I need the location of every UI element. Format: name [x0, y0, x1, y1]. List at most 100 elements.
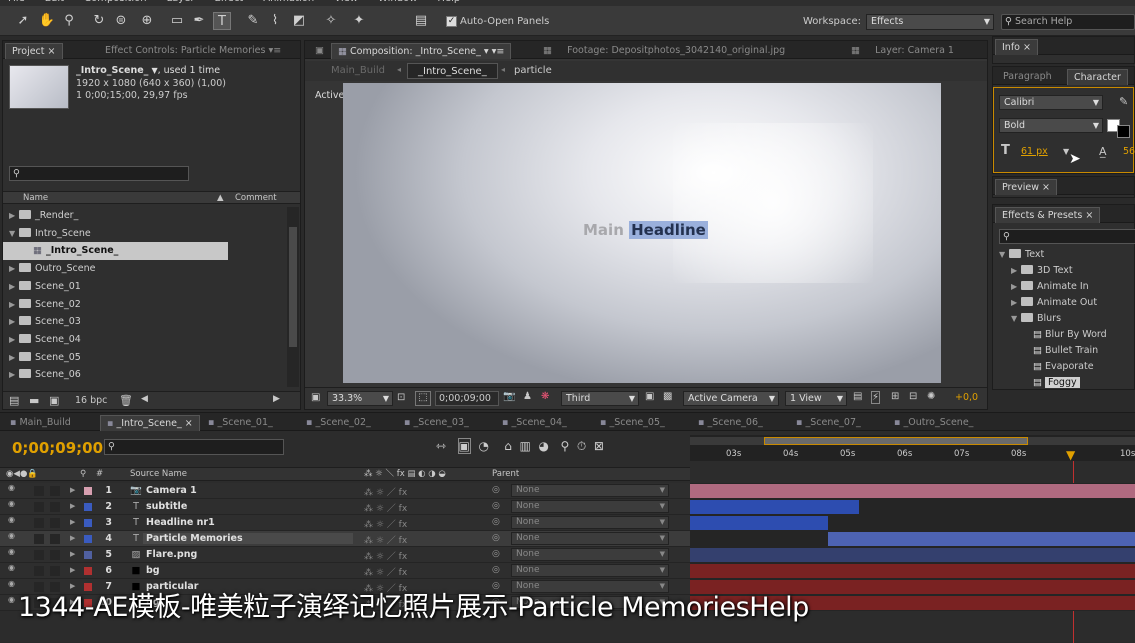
tab-effects-presets[interactable]: Effects & Presets ×: [995, 207, 1101, 223]
menu-item[interactable]: File: [8, 0, 25, 4]
font-size-value[interactable]: 61 px: [1021, 146, 1048, 157]
menu-item[interactable]: Help: [437, 0, 460, 4]
tab-preview[interactable]: Preview ×: [995, 179, 1057, 195]
chevron-right-icon[interactable]: ▶: [9, 349, 19, 367]
visibility-eye-icon[interactable]: ◉: [8, 483, 15, 492]
audio-toggle[interactable]: [34, 566, 44, 576]
pen-tool-icon[interactable]: ✒: [190, 12, 208, 30]
parent-dropdown[interactable]: None ▼: [511, 564, 669, 577]
chevron-right-icon[interactable]: ▶: [70, 486, 75, 494]
audio-toggle[interactable]: [34, 518, 44, 528]
pan-behind-tool-icon[interactable]: ⊕: [138, 12, 156, 30]
pickwhip-icon[interactable]: ◎: [492, 485, 500, 495]
camera-dropdown[interactable]: Active Camera ▼: [683, 391, 779, 406]
puppet-tool-icon[interactable]: ✦: [350, 12, 368, 30]
chevron-right-icon[interactable]: ▶: [70, 550, 75, 558]
chevron-right-icon[interactable]: ▶: [9, 207, 19, 225]
chevron-right-icon[interactable]: ▶: [70, 534, 75, 542]
snapshot-icon[interactable]: 📷: [503, 391, 515, 402]
pickwhip-icon[interactable]: ◎: [492, 533, 500, 543]
parent-dropdown[interactable]: None ▼: [511, 516, 669, 529]
solo-toggle[interactable]: [50, 534, 60, 544]
effects-folder-row[interactable]: ▶ Animate In: [993, 279, 1135, 295]
tab-project[interactable]: Project ×: [5, 43, 63, 59]
playhead-icon[interactable]: ▼: [1066, 448, 1080, 462]
timeline-tab[interactable]: ▪ _Scene_06_: [692, 415, 769, 431]
graph-editor-icon[interactable]: ⊠: [594, 439, 604, 453]
timeline-tab[interactable]: ▪ _Outro_Scene_: [888, 415, 979, 431]
pickwhip-icon[interactable]: ◎: [492, 549, 500, 559]
menu-item[interactable]: View: [334, 0, 358, 4]
zoom-tool-icon[interactable]: ⚲: [60, 12, 78, 30]
tab-composition[interactable]: ▦ Composition: _Intro_Scene_ ▾ ▾≡: [331, 43, 512, 59]
timeline-icon[interactable]: ⊞: [891, 391, 899, 402]
eyedropper-icon[interactable]: ✎: [1119, 95, 1128, 108]
motion-blur-icon[interactable]: ◕: [539, 439, 549, 453]
brainstorm-icon[interactable]: ⚲: [560, 439, 569, 453]
show-snapshot-icon[interactable]: ♟: [523, 391, 532, 402]
layer-switches[interactable]: ⁂ ☼ ／ fx: [364, 533, 407, 546]
tab-effect-controls[interactable]: Effect Controls: Particle Memories ▾≡: [99, 43, 287, 59]
layer-name[interactable]: subtitle: [146, 501, 187, 512]
layer-name[interactable]: Headline nr1: [146, 517, 215, 528]
exposure-value[interactable]: +0,0: [955, 392, 978, 403]
visibility-eye-icon[interactable]: ◉: [8, 515, 15, 524]
clone-stamp-tool-icon[interactable]: ⌇: [266, 12, 284, 30]
chevron-down-icon[interactable]: ▼: [999, 247, 1009, 263]
project-folder-row[interactable]: ▶ Scene_05: [3, 349, 288, 367]
project-comp-row[interactable]: ▦ _Intro_Scene_: [3, 242, 228, 261]
new-comp-icon[interactable]: ▣: [49, 394, 59, 407]
visibility-eye-icon[interactable]: ◉: [8, 579, 15, 588]
timeline-timecode[interactable]: 0;00;09;00: [12, 439, 103, 457]
tab-character[interactable]: Character: [1067, 69, 1128, 85]
project-folder-row[interactable]: ▶ Scene_06: [3, 366, 288, 384]
font-style-dropdown[interactable]: Bold ▼: [999, 118, 1103, 133]
type-tool-icon[interactable]: T: [213, 12, 231, 30]
effects-folder-row[interactable]: ▼ Text: [993, 247, 1135, 263]
rectangle-tool-icon[interactable]: ▭: [168, 12, 186, 30]
visibility-eye-icon[interactable]: ◉: [8, 499, 15, 508]
comp-mini-flowchart-icon[interactable]: ⇿: [436, 439, 446, 453]
menu-item[interactable]: Composition: [84, 0, 146, 4]
chevron-right-icon[interactable]: ▶: [9, 313, 19, 331]
pickwhip-icon[interactable]: ◎: [492, 501, 500, 511]
label-color-chip[interactable]: [84, 567, 92, 575]
live-update-icon[interactable]: ▣: [457, 438, 471, 454]
camera-orbit-tool-icon[interactable]: ⊜: [112, 12, 130, 30]
layer-duration-bar[interactable]: [690, 484, 1135, 498]
headline-text[interactable]: Main Headline: [583, 221, 708, 239]
tab-info[interactable]: Info ×: [995, 39, 1038, 55]
project-folder-row[interactable]: ▶ _Render_: [3, 207, 288, 225]
stroke-color-swatch[interactable]: [1117, 125, 1130, 138]
composition-viewer[interactable]: Main Headline: [343, 83, 941, 383]
parent-dropdown[interactable]: None ▼: [511, 548, 669, 561]
layer-duration-bar[interactable]: [690, 564, 1135, 578]
layer-row[interactable]: ◉ ▶ 5 ▨ Flare.png ⁂ ☼ ／ fx ◎ None ▼: [0, 547, 1135, 563]
layer-name[interactable]: Camera 1: [146, 485, 197, 496]
effects-folder-row[interactable]: ▶ Animate Out: [993, 295, 1135, 311]
layer-row[interactable]: ◉ ▶ 3 T Headline nr1 ⁂ ☼ ／ fx ◎ None ▼: [0, 515, 1135, 531]
hide-shy-icon[interactable]: ⌂: [504, 439, 512, 453]
solo-toggle[interactable]: [50, 566, 60, 576]
project-folder-row[interactable]: ▶ Scene_04: [3, 331, 288, 349]
title-safe-icon[interactable]: ⊡: [397, 392, 405, 403]
chevron-right-icon[interactable]: ▶: [9, 278, 19, 296]
visibility-eye-icon[interactable]: ◉: [8, 563, 15, 572]
timeline-tab[interactable]: ▪ _Scene_05_: [594, 415, 671, 431]
parent-dropdown[interactable]: None ▼: [511, 484, 669, 497]
toggle-transparency-icon[interactable]: ▩: [663, 391, 672, 402]
tab-layer[interactable]: ▦ Layer: Camera 1: [845, 43, 960, 59]
project-folder-row[interactable]: ▶ Scene_01: [3, 278, 288, 296]
parent-dropdown[interactable]: None ▼: [511, 500, 669, 513]
layer-duration-bar[interactable]: [690, 516, 828, 530]
solo-toggle[interactable]: [50, 550, 60, 560]
layer-switches[interactable]: ⁂ ☼ ／ fx: [364, 565, 407, 578]
col-parent[interactable]: Parent: [492, 468, 519, 481]
tab-paragraph[interactable]: Paragraph: [997, 69, 1058, 85]
transparency-grid-icon[interactable]: ⬚: [415, 391, 431, 406]
solo-toggle[interactable]: [50, 486, 60, 496]
effects-preset-row[interactable]: ▤ Evaporate: [993, 359, 1135, 375]
tracking-value[interactable]: 56: [1123, 146, 1135, 157]
col-source-name[interactable]: Source Name: [130, 468, 187, 481]
fast-previews-icon[interactable]: ⚡: [871, 391, 881, 404]
